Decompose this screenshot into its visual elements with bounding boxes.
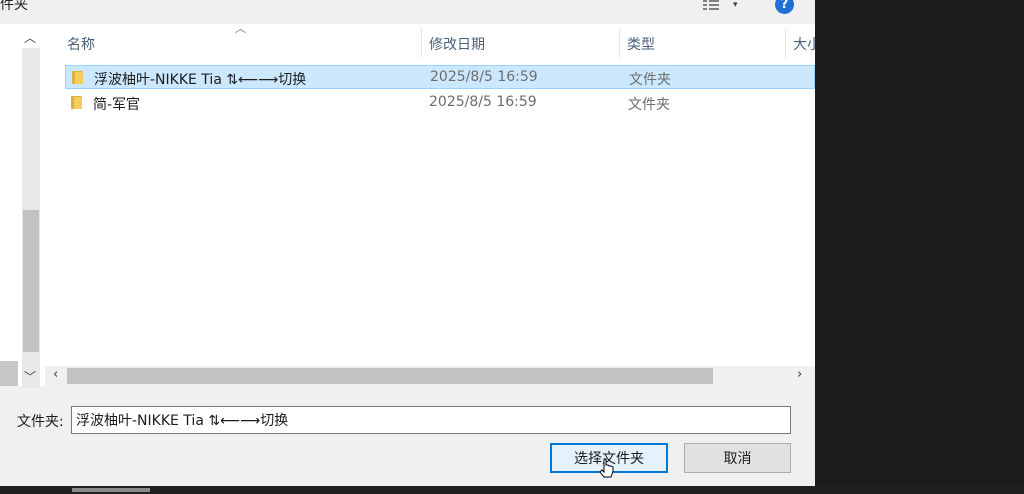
- navigation-pane: ︿ ﹀: [0, 24, 45, 388]
- file-list: ︿ 名称 修改日期 类型 大小 浮波柚叶-NIKKE Tia ⇅⟵⟶切换 202…: [45, 22, 821, 366]
- taskbar-edge: [0, 486, 1024, 494]
- file-date: 2025/8/5 16:59: [429, 94, 537, 110]
- file-name: 简-军官: [93, 97, 141, 113]
- horizontal-scrollbar[interactable]: ‹ ›: [45, 366, 815, 386]
- sort-ascending-icon: ︿: [235, 22, 246, 35]
- file-type: 文件夹: [629, 72, 671, 88]
- dialog-title: 件夹: [0, 0, 28, 13]
- folder-icon: [71, 96, 82, 109]
- column-header-date[interactable]: 修改日期: [429, 34, 485, 54]
- column-divider[interactable]: [785, 28, 786, 58]
- file-name: 浮波柚叶-NIKKE Tia ⇅⟵⟶切换: [94, 72, 307, 88]
- file-date: 2025/8/5 16:59: [430, 69, 538, 85]
- nav-scroll-down-icon[interactable]: ﹀: [24, 368, 36, 385]
- folder-name-input[interactable]: [71, 406, 791, 434]
- background-window: [815, 0, 1024, 494]
- column-header-name[interactable]: 名称: [67, 34, 95, 54]
- cancel-button[interactable]: 取消: [684, 443, 791, 473]
- view-options-icon[interactable]: [703, 0, 719, 10]
- file-type: 文件夹: [628, 97, 670, 113]
- nav-scrollbar-thumb[interactable]: [23, 210, 39, 352]
- scroll-left-icon[interactable]: ‹: [53, 367, 58, 382]
- dialog-top-bar: 件夹 ▾ ?: [0, 0, 815, 24]
- taskbar-item: [72, 488, 150, 492]
- folder-icon: [72, 71, 83, 84]
- help-icon[interactable]: ?: [775, 0, 794, 14]
- nav-scroll-up-icon[interactable]: ︿: [24, 29, 36, 46]
- screen: 件夹 ▾ ? ︿ ﹀ ︿ 名称 修改日期 类型 大小 浮波柚叶-NIKKE Ti…: [0, 0, 1024, 494]
- nav-selected-item[interactable]: [0, 361, 18, 386]
- view-options-dropdown-icon[interactable]: ▾: [733, 0, 738, 10]
- file-row[interactable]: 简-军官 2025/8/5 16:59 文件夹: [65, 91, 815, 115]
- mouse-cursor-icon: [599, 458, 614, 478]
- column-header-row: ︿ 名称 修改日期 类型 大小: [45, 22, 821, 62]
- horizontal-scrollbar-thumb[interactable]: [67, 368, 713, 384]
- column-header-type[interactable]: 类型: [627, 34, 655, 54]
- file-row[interactable]: 浮波柚叶-NIKKE Tia ⇅⟵⟶切换 2025/8/5 16:59 文件夹: [65, 65, 815, 89]
- column-divider[interactable]: [421, 28, 422, 58]
- folder-picker-dialog: 件夹 ▾ ? ︿ ﹀ ︿ 名称 修改日期 类型 大小 浮波柚叶-NIKKE Ti…: [0, 0, 821, 494]
- scroll-right-icon[interactable]: ›: [797, 367, 802, 382]
- folder-field-label: 文件夹:: [17, 414, 64, 430]
- column-divider[interactable]: [619, 28, 620, 58]
